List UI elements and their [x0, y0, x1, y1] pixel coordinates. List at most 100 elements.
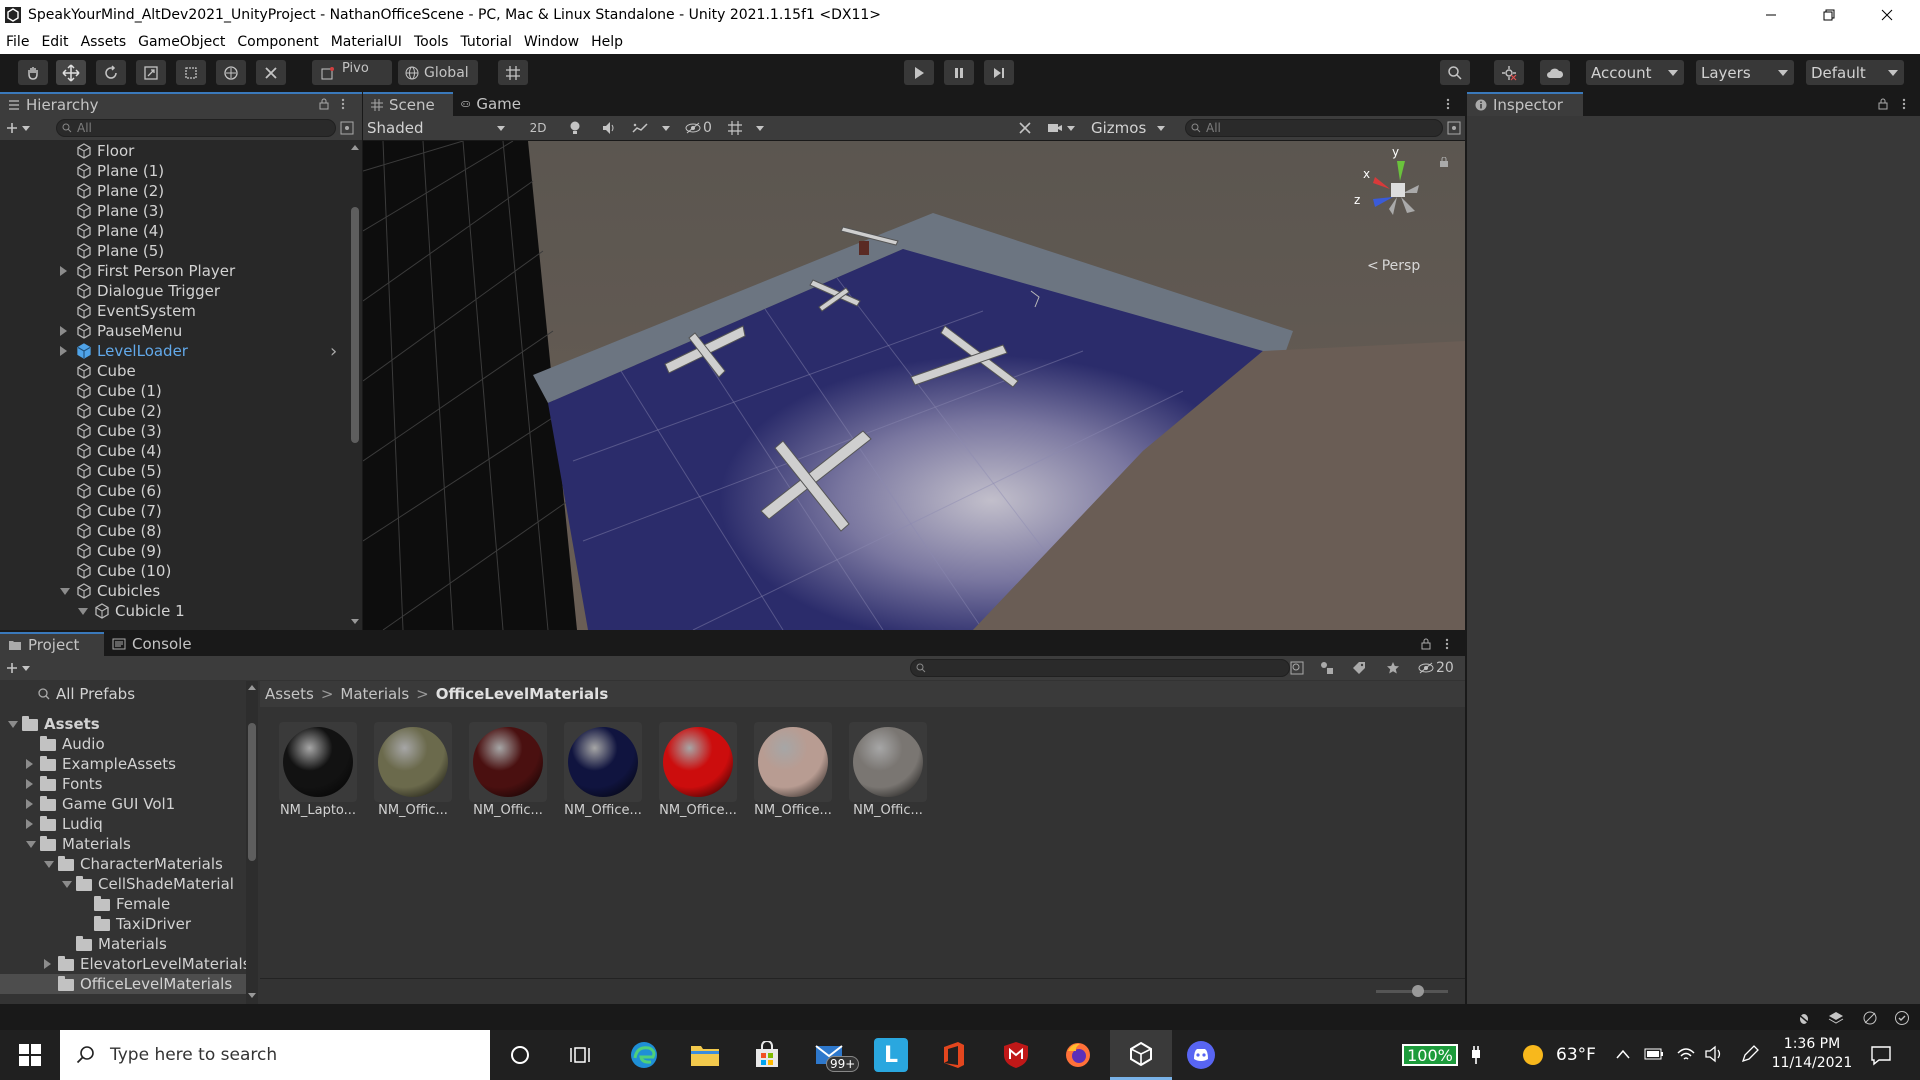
- chevron-down-icon[interactable]: [756, 126, 764, 131]
- wifi-icon[interactable]: [1676, 1045, 1696, 1063]
- play-button[interactable]: [904, 60, 934, 85]
- account-dropdown[interactable]: Account: [1586, 60, 1684, 85]
- project-folder-selected[interactable]: OfficeLevelMaterials: [0, 974, 246, 994]
- breadcrumb-assets[interactable]: Assets: [265, 685, 314, 703]
- fold-closed-icon[interactable]: [60, 266, 67, 276]
- gizmos-dropdown[interactable]: Gizmos: [1087, 118, 1171, 138]
- project-folder[interactable]: TaxiDriver: [0, 914, 246, 934]
- mcafee-app[interactable]: [999, 1038, 1033, 1072]
- l-app[interactable]: L: [874, 1038, 908, 1072]
- project-folder[interactable]: ExampleAssets: [0, 754, 246, 774]
- hierarchy-item[interactable]: Cube (3): [0, 421, 350, 441]
- fold-open-icon[interactable]: [8, 721, 18, 728]
- transform-tool-button[interactable]: [216, 60, 246, 85]
- lock-icon[interactable]: [1420, 638, 1432, 650]
- project-tree-scrollbar[interactable]: [246, 681, 258, 1004]
- hidden-packages-toggle[interactable]: 20: [1418, 660, 1454, 676]
- hierarchy-item[interactable]: Cube (1): [0, 381, 350, 401]
- project-tree-scroll-thumb[interactable]: [248, 723, 256, 861]
- menu-help[interactable]: Help: [585, 34, 629, 50]
- collab-button[interactable]: [1494, 60, 1524, 85]
- kebab-menu-icon[interactable]: [1901, 98, 1907, 110]
- hierarchy-item[interactable]: Cube: [0, 361, 350, 381]
- material-asset[interactable]: [374, 722, 452, 802]
- tab-scene[interactable]: Scene: [363, 92, 453, 116]
- plug-icon[interactable]: [1470, 1044, 1482, 1066]
- taskbar-search-box[interactable]: Type here to search: [60, 1030, 490, 1080]
- battery-icon[interactable]: [1644, 1047, 1664, 1061]
- hierarchy-item[interactable]: Cube (7): [0, 501, 350, 521]
- fold-closed-icon[interactable]: [26, 819, 33, 829]
- lock-icon[interactable]: [1877, 98, 1889, 110]
- icon-size-slider-thumb[interactable]: [1412, 985, 1424, 997]
- hierarchy-item[interactable]: Cube (8): [0, 521, 350, 541]
- menu-file[interactable]: File: [0, 34, 35, 50]
- temperature[interactable]: 63°F: [1556, 1045, 1596, 1065]
- search-toolbar-button[interactable]: [1440, 60, 1470, 85]
- tab-hierarchy[interactable]: Hierarchy: [0, 92, 362, 116]
- hierarchy-item[interactable]: Cube (10): [0, 561, 350, 581]
- hierarchy-item[interactable]: Cube (4): [0, 441, 350, 461]
- tools-icon[interactable]: [1017, 120, 1033, 136]
- check-circle-icon[interactable]: [1894, 1010, 1910, 1026]
- chevron-right-icon[interactable]: ›: [330, 341, 337, 362]
- project-search-input[interactable]: [910, 659, 1290, 677]
- menu-component[interactable]: Component: [231, 34, 324, 50]
- lock-icon[interactable]: [1439, 157, 1449, 167]
- file-explorer-app[interactable]: [688, 1038, 722, 1072]
- fold-closed-icon[interactable]: [26, 779, 33, 789]
- project-folder[interactable]: Audio: [0, 734, 246, 754]
- hierarchy-item[interactable]: PauseMenu: [0, 321, 350, 341]
- project-folder[interactable]: Game GUI Vol1: [0, 794, 246, 814]
- restore-button[interactable]: [1806, 0, 1852, 30]
- fold-open-icon[interactable]: [26, 841, 36, 848]
- hand-tool-button[interactable]: [18, 60, 48, 85]
- project-folder[interactable]: CellShadeMaterial: [0, 874, 246, 894]
- material-asset[interactable]: [754, 722, 832, 802]
- hierarchy-item[interactable]: Cube (9): [0, 541, 350, 561]
- hierarchy-item[interactable]: Floor: [0, 141, 350, 161]
- hierarchy-scroll-thumb[interactable]: [351, 207, 359, 443]
- grid-toggle-icon[interactable]: [727, 120, 743, 136]
- hierarchy-item[interactable]: Plane (1): [0, 161, 350, 181]
- clock[interactable]: 1:36 PM 11/14/2021: [1770, 1034, 1854, 1076]
- material-asset[interactable]: [564, 722, 642, 802]
- material-asset[interactable]: [849, 722, 927, 802]
- fold-open-icon[interactable]: [60, 588, 70, 595]
- project-folder[interactable]: Assets: [0, 714, 246, 734]
- hierarchy-item[interactable]: Cube (2): [0, 401, 350, 421]
- unity-taskbar-app[interactable]: [1110, 1030, 1172, 1080]
- firefox-app[interactable]: [1061, 1038, 1095, 1072]
- pen-icon[interactable]: [1740, 1044, 1760, 1064]
- layout-dropdown[interactable]: Default: [1806, 60, 1904, 85]
- all-prefabs-item[interactable]: All Prefabs: [38, 684, 135, 704]
- hierarchy-item[interactable]: Cubicles: [0, 581, 350, 601]
- scene-visibility-icon[interactable]: [1447, 121, 1461, 135]
- breadcrumb-current[interactable]: OfficeLevelMaterials: [436, 685, 609, 703]
- project-folder[interactable]: Materials: [0, 834, 246, 854]
- fold-closed-icon[interactable]: [26, 759, 33, 769]
- tab-project[interactable]: Project: [0, 632, 104, 656]
- battery-level-indicator[interactable]: 100%: [1402, 1044, 1458, 1066]
- grid-snap-button[interactable]: [498, 60, 528, 85]
- icon-size-slider[interactable]: [1376, 985, 1448, 997]
- hierarchy-item[interactable]: Cube (6): [0, 481, 350, 501]
- star-icon[interactable]: [1386, 661, 1400, 675]
- scale-tool-button[interactable]: [136, 60, 166, 85]
- volume-icon[interactable]: [1704, 1045, 1724, 1063]
- kebab-menu-icon[interactable]: [1444, 638, 1450, 650]
- menu-assets[interactable]: Assets: [75, 34, 133, 50]
- kebab-menu-icon[interactable]: [340, 98, 346, 110]
- hierarchy-item[interactable]: Plane (2): [0, 181, 350, 201]
- discord-app[interactable]: [1184, 1038, 1218, 1072]
- effects-toggle-icon[interactable]: [631, 120, 649, 136]
- filter-by-type-icon[interactable]: [1320, 661, 1334, 675]
- material-asset[interactable]: [659, 722, 737, 802]
- custom-tool-button[interactable]: [256, 60, 286, 85]
- menu-materialui[interactable]: MaterialUI: [325, 34, 408, 50]
- hierarchy-item[interactable]: Cube (5): [0, 461, 350, 481]
- material-asset[interactable]: [279, 722, 357, 802]
- create-dropdown[interactable]: [6, 119, 36, 137]
- start-button[interactable]: [12, 1042, 48, 1068]
- pivot-toggle[interactable]: Pivo: [312, 60, 392, 85]
